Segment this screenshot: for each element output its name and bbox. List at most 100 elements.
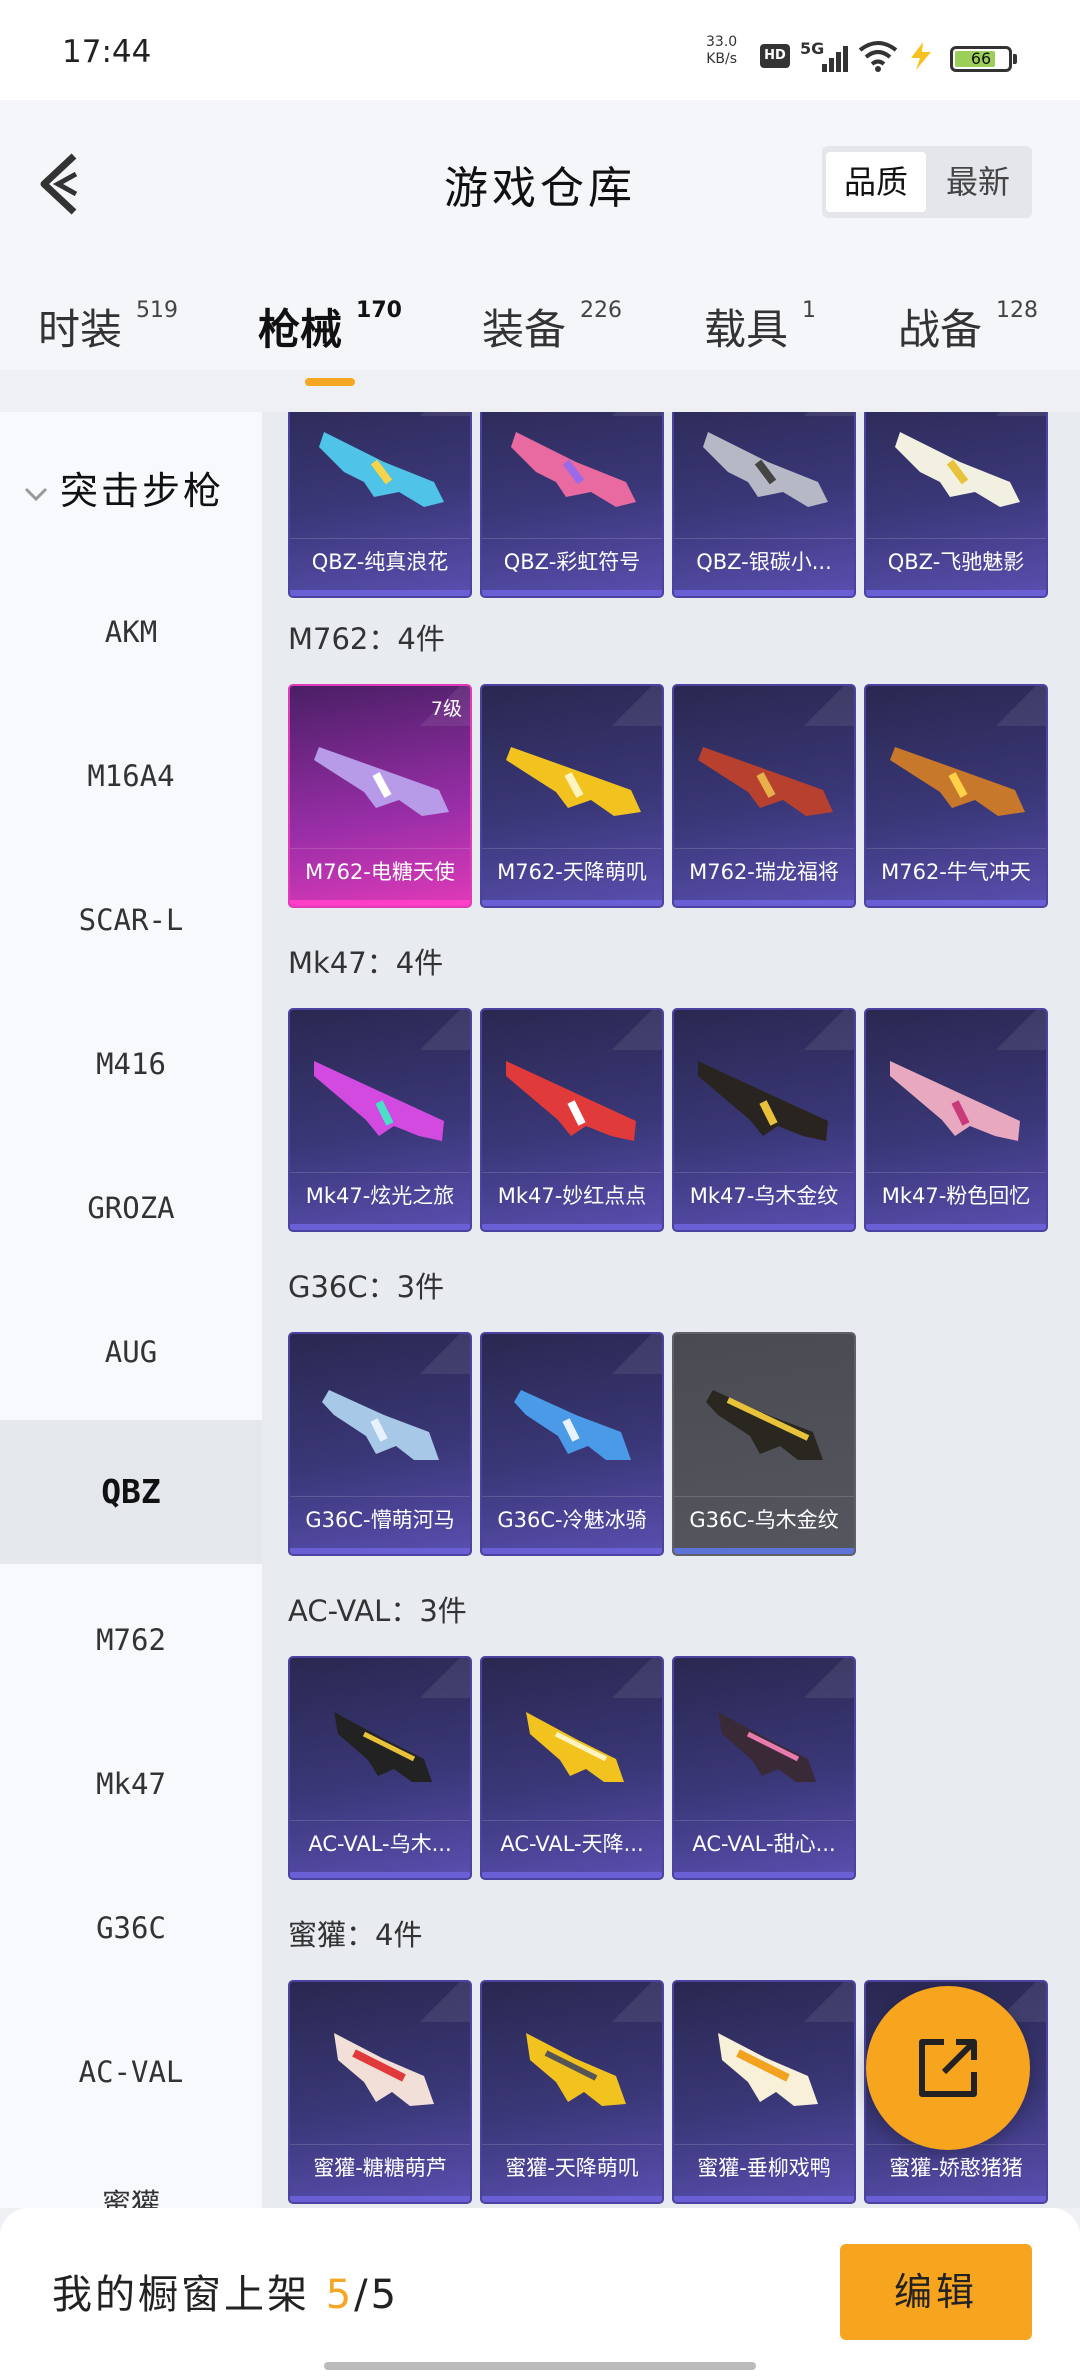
gun-skin-icon — [334, 2033, 434, 2106]
skin-card[interactable]: Mk47-炫光之旅 — [288, 1008, 472, 1232]
share-button[interactable] — [866, 1986, 1030, 2150]
shelf-status: 我的橱窗上架 5/5 — [52, 2272, 400, 2318]
sidebar-item-ac-val[interactable]: AC-VAL — [0, 2000, 262, 2144]
skin-name: AC-VAL-乌木... — [290, 1820, 470, 1866]
charging-icon — [911, 42, 931, 70]
sidebar-category-assault-rifles[interactable]: 突击步枪 — [22, 460, 224, 515]
signal-5g-icon: 5G — [800, 39, 848, 72]
sort-quality-button[interactable]: 品质 — [826, 152, 926, 212]
skin-name: AC-VAL-天降... — [482, 1820, 662, 1866]
sort-latest-button[interactable]: 最新 — [928, 152, 1028, 212]
skin-card[interactable]: 蜜獾-垂柳戏鸭 — [672, 1980, 856, 2204]
sidebar-item-qbz[interactable]: QBZ — [0, 1420, 262, 1564]
skin-card[interactable]: 7级 M762-电糖天使 — [288, 684, 472, 908]
skin-card[interactable]: Mk47-乌木金纹 — [672, 1008, 856, 1232]
skin-name: M762-天降萌叽 — [482, 848, 662, 894]
tab-count: 519 — [136, 298, 179, 323]
net-speed: 33.0 KB/s — [706, 34, 738, 67]
sidebar-item-groza[interactable]: GROZA — [0, 1136, 262, 1280]
gun-skin-icon — [890, 747, 1025, 816]
share-external-icon — [919, 2039, 977, 2097]
skin-card[interactable]: QBZ-彩虹符号 — [480, 412, 664, 598]
tab-count: 170 — [356, 298, 402, 323]
gun-skin-icon — [319, 432, 444, 507]
inventory-grid: QBZ-纯真浪花 QBZ-彩虹符号 QBZ-银碳小... QBZ-飞驰魅影 M7… — [262, 412, 1080, 2208]
skin-name: M762-瑞龙福将 — [674, 848, 854, 894]
skin-card[interactable]: G36C-乌木金纹 — [672, 1332, 856, 1556]
wifi-icon — [858, 41, 898, 72]
skin-card[interactable]: AC-VAL-乌木... — [288, 1656, 472, 1880]
home-indicator[interactable] — [324, 2362, 756, 2370]
bottom-bar: 我的橱窗上架 5/5 编辑 — [0, 2208, 1080, 2376]
skin-card[interactable]: Mk47-粉色回忆 — [864, 1008, 1048, 1232]
sidebar-item-mk47[interactable]: Mk47 — [0, 1712, 262, 1856]
gun-skin-icon — [314, 1061, 444, 1141]
skin-card[interactable]: 蜜獾-天降萌叽 — [480, 1980, 664, 2204]
gun-skin-icon — [511, 432, 636, 507]
sidebar-item-g36c[interactable]: G36C — [0, 1856, 262, 2000]
tab-supplies[interactable]: 战备 128 — [898, 296, 1038, 357]
sidebar-item-scar-l[interactable]: SCAR-L — [0, 848, 262, 992]
tab-guns[interactable]: 枪械 170 — [258, 296, 402, 357]
skin-name: QBZ-银碳小... — [674, 538, 854, 584]
network-type: 5G — [800, 39, 824, 58]
skin-name: AC-VAL-甜心... — [674, 1820, 854, 1866]
tab-count: 128 — [996, 298, 1039, 323]
gun-skin-icon — [890, 1061, 1020, 1141]
gun-skin-icon — [703, 432, 828, 507]
skin-card[interactable]: M762-瑞龙福将 — [672, 684, 856, 908]
skin-name: Mk47-乌木金纹 — [674, 1172, 854, 1218]
skin-name: 蜜獾-娇憨猪猪 — [866, 2144, 1046, 2190]
tab-label: 枪械 — [258, 305, 343, 354]
sidebar-item-m762[interactable]: M762 — [0, 1568, 262, 1712]
skin-name: Mk47-粉色回忆 — [866, 1172, 1046, 1218]
skin-card[interactable]: QBZ-飞驰魅影 — [864, 412, 1048, 598]
skin-card[interactable]: Mk47-妙红点点 — [480, 1008, 664, 1232]
skin-card[interactable]: AC-VAL-天降... — [480, 1656, 664, 1880]
skin-card[interactable]: G36C-懵萌河马 — [288, 1332, 472, 1556]
skin-card[interactable]: 蜜獾-糖糖萌芦 — [288, 1980, 472, 2204]
skin-card[interactable]: AC-VAL-甜心... — [672, 1656, 856, 1880]
gun-skin-icon — [706, 1390, 823, 1460]
tab-fashion[interactable]: 时装 519 — [38, 296, 178, 357]
edit-button[interactable]: 编辑 — [840, 2244, 1032, 2340]
active-tab-indicator — [305, 378, 355, 386]
gun-skin-icon — [718, 1712, 816, 1782]
skin-name: G36C-冷魅冰骑 — [482, 1496, 662, 1542]
skin-name: G36C-懵萌河马 — [290, 1496, 470, 1542]
gun-skin-icon — [506, 1061, 636, 1141]
skin-name: QBZ-彩虹符号 — [482, 538, 662, 584]
skin-name: 蜜獾-天降萌叽 — [482, 2144, 662, 2190]
gun-skin-icon — [526, 2033, 626, 2106]
skin-card[interactable]: QBZ-银碳小... — [672, 412, 856, 598]
tab-label: 时装 — [38, 305, 123, 354]
sidebar-item-aug[interactable]: AUG — [0, 1280, 262, 1424]
tab-vehicles[interactable]: 载具 1 — [704, 296, 816, 357]
skin-card[interactable]: QBZ-纯真浪花 — [288, 412, 472, 598]
status-time: 17:44 — [62, 34, 152, 70]
sort-toggle: 品质 最新 — [822, 146, 1032, 218]
sidebar: AKM M16A4 SCAR-L M416 GROZA AUG QBZ M762… — [0, 412, 262, 2208]
skin-name: G36C-乌木金纹 — [674, 1496, 854, 1542]
skin-card[interactable]: M762-牛气冲天 — [864, 684, 1048, 908]
tab-count: 1 — [802, 298, 817, 323]
chevron-down-icon — [24, 487, 48, 501]
group-title: M762：4件 — [288, 622, 445, 656]
tab-label: 装备 — [482, 305, 567, 354]
tab-equipment[interactable]: 装备 226 — [482, 296, 622, 357]
sidebar-item-honey-badger[interactable]: 蜜獾 — [0, 2132, 262, 2208]
sidebar-item-akm[interactable]: AKM — [0, 560, 262, 704]
skin-name: QBZ-飞驰魅影 — [866, 538, 1046, 584]
skin-name: 蜜獾-垂柳戏鸭 — [674, 2144, 854, 2190]
group-title: 蜜獾：4件 — [288, 1918, 423, 1952]
tab-label: 载具 — [704, 305, 789, 354]
skin-name: M762-电糖天使 — [290, 848, 470, 894]
skin-card[interactable]: M762-天降萌叽 — [480, 684, 664, 908]
skin-name: Mk47-炫光之旅 — [290, 1172, 470, 1218]
gun-skin-icon — [506, 747, 641, 816]
skin-card[interactable]: G36C-冷魅冰骑 — [480, 1332, 664, 1556]
gun-skin-icon — [698, 747, 833, 816]
gun-skin-icon — [314, 747, 449, 816]
sidebar-item-m416[interactable]: M416 — [0, 992, 262, 1136]
sidebar-item-m16a4[interactable]: M16A4 — [0, 704, 262, 848]
